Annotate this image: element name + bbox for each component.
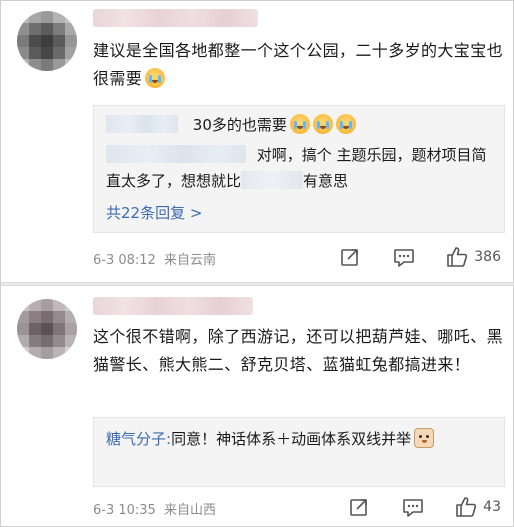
comment-actions: 43 (317, 495, 501, 519)
like-count: 43 (483, 499, 501, 515)
crying-emoji-icon (289, 114, 310, 134)
username-redacted[interactable] (93, 9, 258, 27)
reply-item[interactable]: 糖气分子:同意！神话体系＋动画体系双线并举 (106, 426, 496, 452)
avatar[interactable] (17, 299, 77, 359)
reply-username-redacted[interactable] (106, 115, 178, 133)
crying-emoji-icon (145, 68, 166, 88)
like-count: 386 (474, 249, 501, 265)
thumbs-up-icon (456, 497, 477, 517)
repost-icon (350, 499, 367, 516)
reply-list[interactable]: 30多的也需要 对啊，搞个 主题乐园，题材项目简直太多了，想想就比 有意思 共22… (93, 105, 505, 233)
reply-text: 同意！神话体系＋动画体系双线并举 (171, 430, 412, 448)
comment-button[interactable] (401, 495, 425, 519)
like-button[interactable]: 43 (455, 495, 501, 519)
comment-card: 这个很不错啊，除了西游记，还可以把葫芦娃、哪吒、黑猫警长、熊大熊二、舒克贝塔、蓝… (1, 285, 514, 527)
cat-emoji-icon (414, 428, 435, 448)
reply-username[interactable]: 糖气分子: (106, 430, 171, 448)
comment-button[interactable] (392, 245, 416, 269)
reply-list[interactable]: 糖气分子:同意！神话体系＋动画体系双线并举 (93, 417, 505, 487)
comment-source: 来自山西 (163, 503, 216, 518)
like-button[interactable]: 386 (446, 245, 501, 269)
comment-text: 这个很不错啊，除了西游记，还可以把葫芦娃、哪吒、黑猫警长、熊大熊二、舒克贝塔、蓝… (93, 323, 503, 379)
comment-text-content: 这个很不错啊，除了西游记，还可以把葫芦娃、哪吒、黑猫警长、熊大熊二、舒克贝塔、蓝… (93, 327, 504, 374)
reply-text-tail: 有意思 (303, 172, 349, 190)
crying-emoji-icon (335, 114, 356, 134)
comment-source: 来自云南 (163, 253, 216, 268)
comment-icon (403, 499, 423, 517)
redacted-text (241, 171, 304, 189)
comment-meta: 6-3 08:12 来自云南 (93, 249, 216, 268)
comment-date: 6-3 08:12 (93, 253, 156, 268)
reply-item[interactable]: 对啊，搞个 主题乐园，题材项目简直太多了，想想就比 有意思 (106, 142, 496, 194)
comment-meta: 6-3 10:35 来自山西 (93, 499, 216, 518)
repost-button[interactable] (338, 245, 362, 269)
thumbs-up-icon (447, 247, 468, 267)
comment-date: 6-3 10:35 (93, 503, 156, 518)
comment-text: 建议是全国各地都整一个这个公园，二十多岁的大宝宝也很需要 (93, 37, 503, 93)
more-replies-link[interactable]: 共22条回复 > (106, 202, 202, 223)
avatar[interactable] (17, 11, 77, 71)
comment-thread: 建议是全国各地都整一个这个公园，二十多岁的大宝宝也很需要 30多的也需要 对啊，… (0, 0, 514, 527)
comment-actions: 386 (308, 245, 501, 269)
repost-button[interactable] (347, 495, 371, 519)
reply-item[interactable]: 30多的也需要 (106, 112, 496, 138)
comment-card: 建议是全国各地都整一个这个公园，二十多岁的大宝宝也很需要 30多的也需要 对啊，… (1, 1, 514, 283)
reply-text: 30多的也需要 (192, 116, 287, 134)
reply-username-redacted[interactable] (106, 145, 246, 163)
username-redacted[interactable] (93, 297, 253, 315)
crying-emoji-icon (312, 114, 333, 134)
comment-icon (394, 249, 415, 267)
repost-icon (341, 249, 359, 266)
